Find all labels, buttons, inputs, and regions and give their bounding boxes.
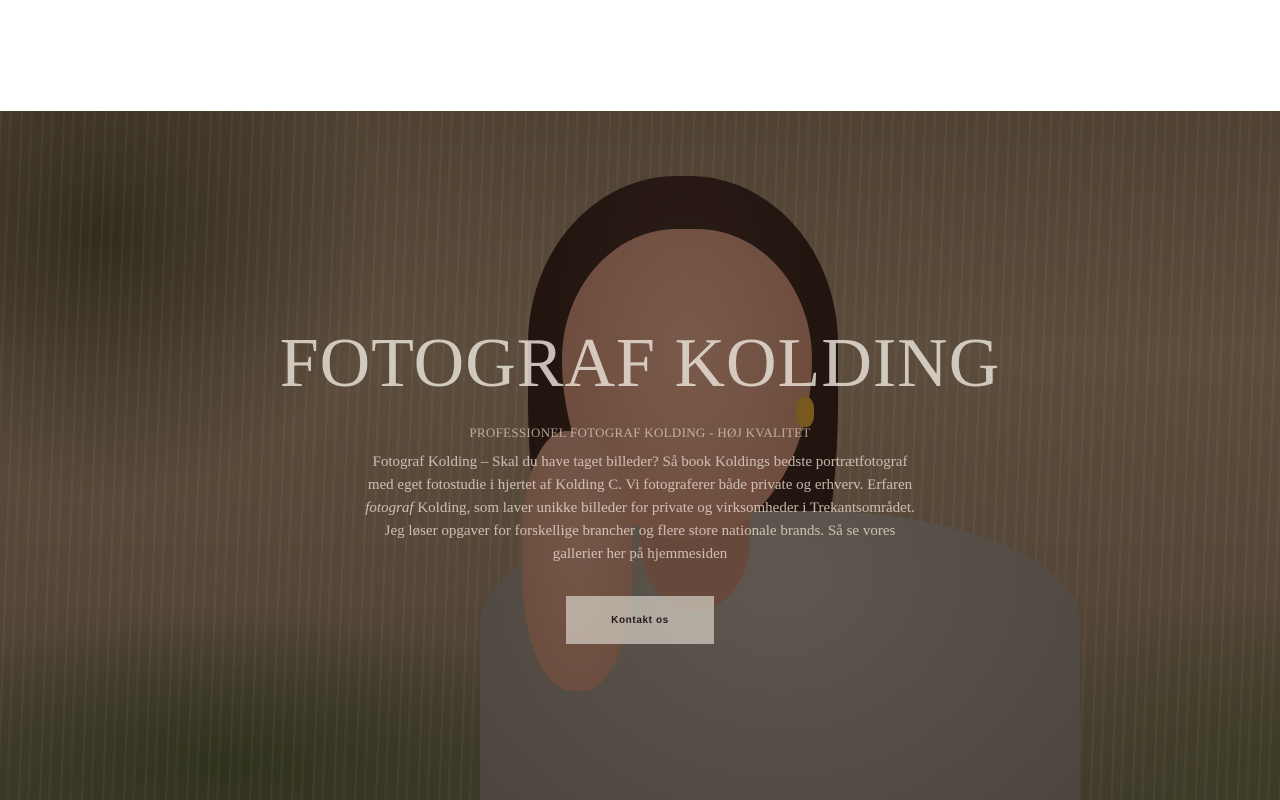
hero-description: Fotograf Kolding – Skal du have taget bi… [365,451,915,566]
hero-content: FOTOGRAF KOLDING PROFESSIONEL FOTOGRAF K… [0,111,1280,800]
hero-description-italic: fotograf [365,500,414,516]
contact-button[interactable]: Kontakt os [566,596,714,644]
hero-section: FOTOGRAF KOLDING PROFESSIONEL FOTOGRAF K… [0,111,1280,800]
site-header [0,0,1280,111]
hero-description-part1: Fotograf Kolding – Skal du have taget bi… [367,454,913,493]
hero-description-part2: Kolding, som laver unikke billeder for p… [384,500,915,562]
hero-subtitle: PROFESSIONEL FOTOGRAF KOLDING - HØJ KVAL… [469,425,811,440]
hero-title: FOTOGRAF KOLDING [279,325,1001,402]
